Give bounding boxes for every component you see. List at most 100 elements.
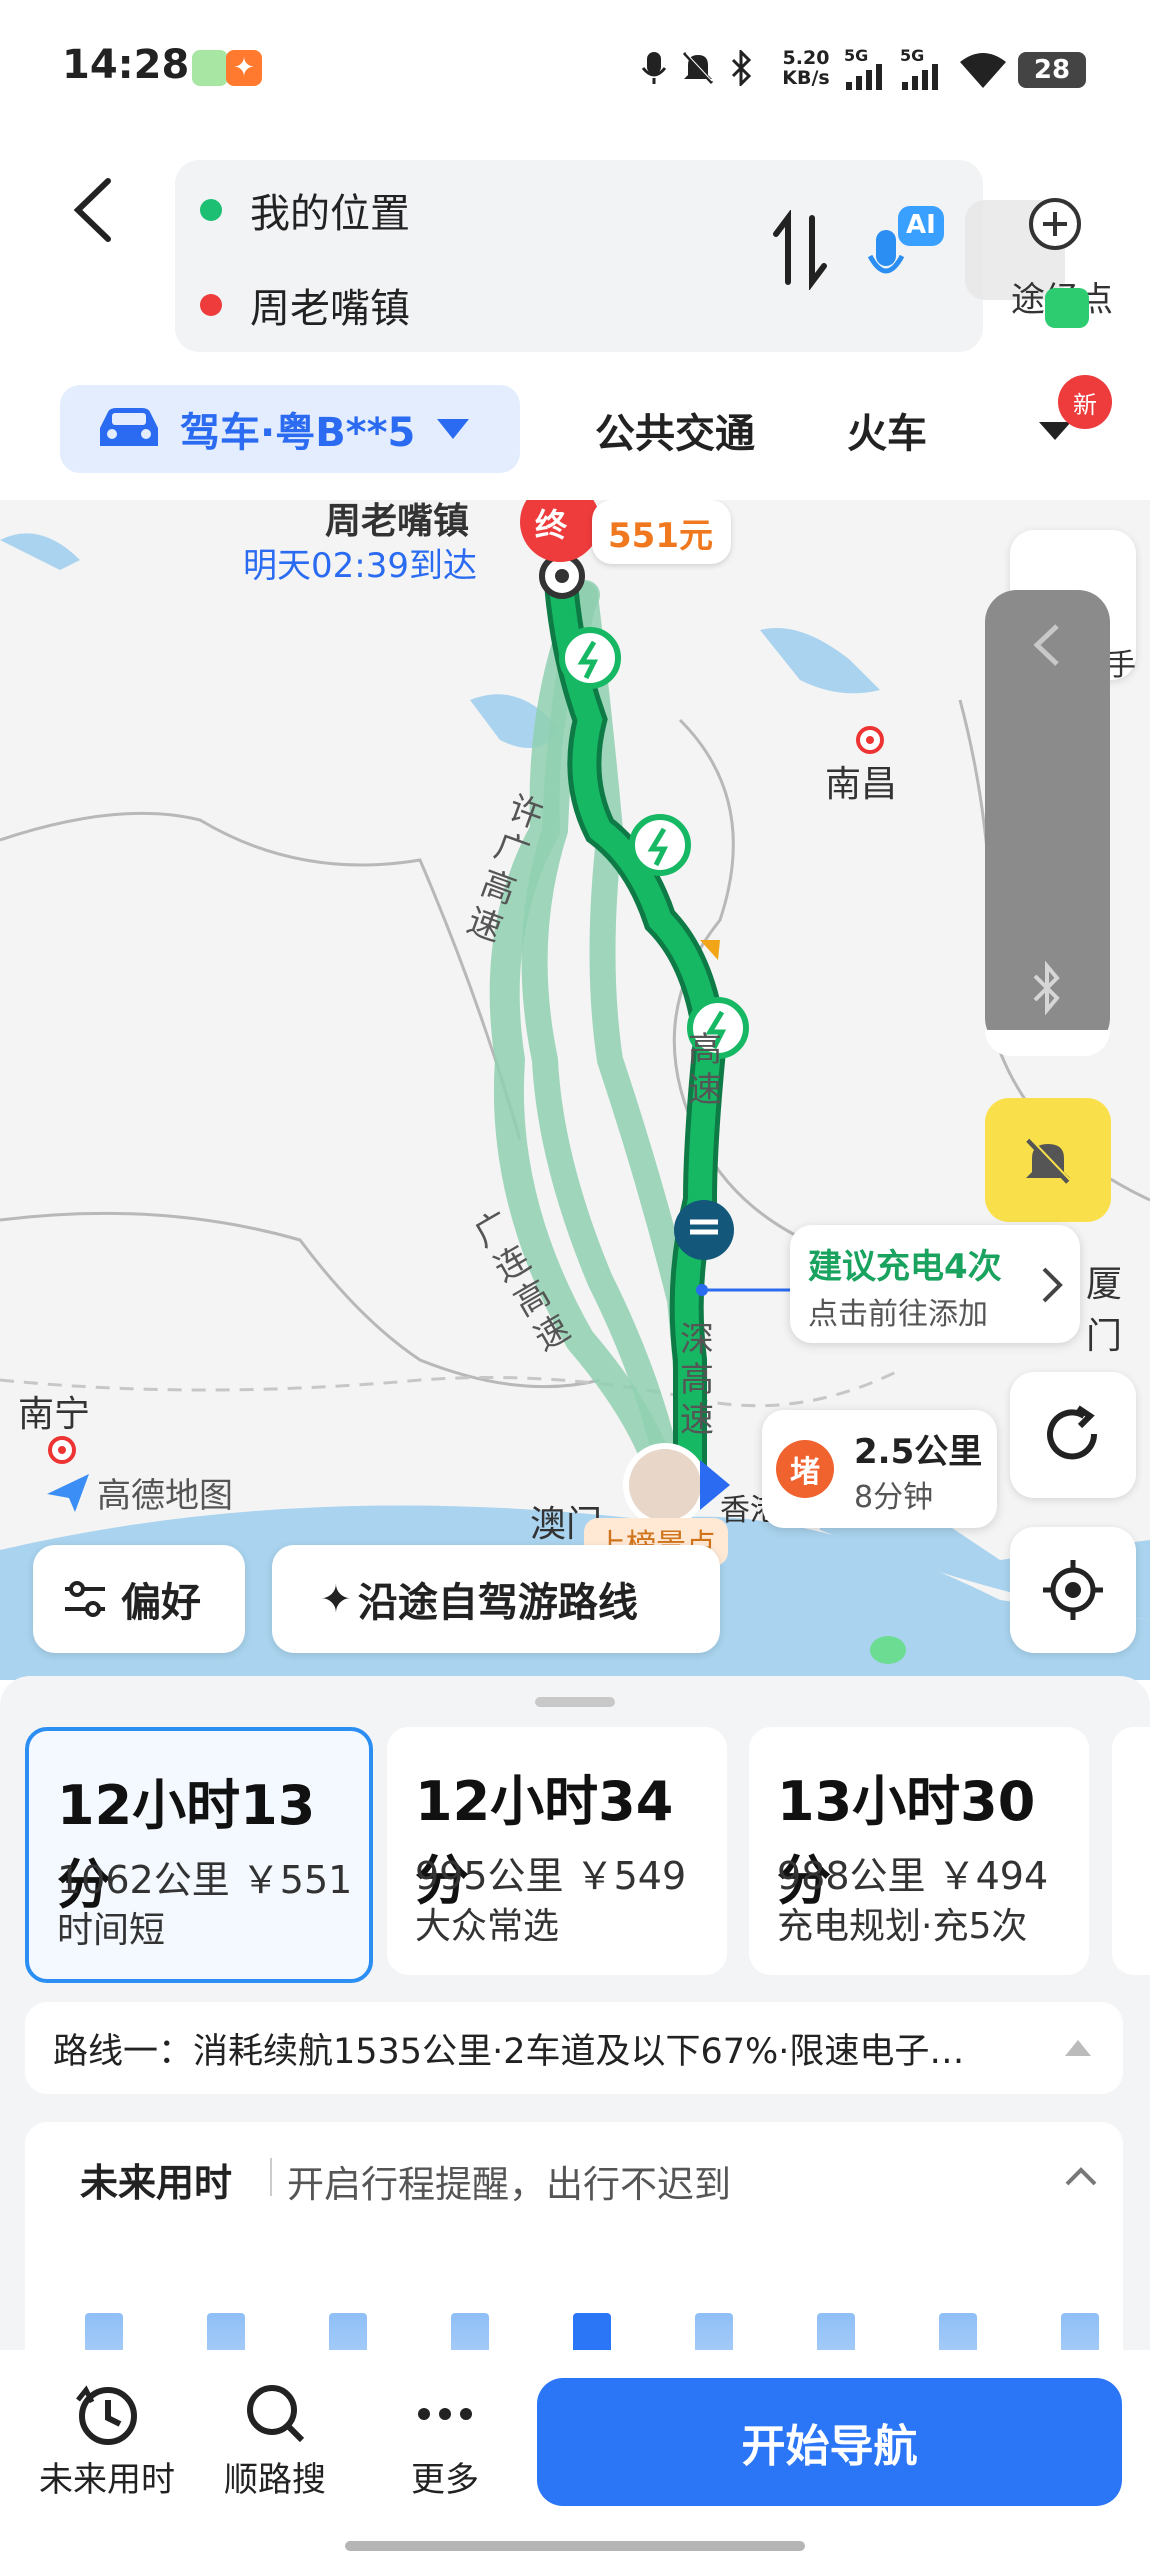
swap-route-button[interactable] xyxy=(765,209,835,300)
route-tag: 大众常选 xyxy=(415,1906,560,1947)
chevron-up-icon xyxy=(1065,2167,1097,2186)
bluetooth-icon xyxy=(1033,960,1060,1016)
future-time-nav-label: 未来用时 xyxy=(39,2460,175,2500)
future-time-nav[interactable]: 未来用时 xyxy=(32,2380,182,2520)
dest-marker: 终 xyxy=(535,506,568,544)
status-time: 14:28 xyxy=(62,42,190,88)
wifi-icon xyxy=(958,50,1008,90)
future-title: 未来用时 xyxy=(80,2161,233,2205)
ai-label: AI xyxy=(906,210,936,240)
route-card-1[interactable]: 12小时13分 1062公里 ￥551 时间短 xyxy=(25,1727,373,1983)
destination-dot-icon xyxy=(200,294,222,316)
mic-status-icon xyxy=(636,48,672,88)
signal-icon-1: 5G xyxy=(844,46,894,92)
future-subtitle: 开启行程提醒，出行不迟到 xyxy=(287,2163,731,2206)
traffic-jam-card[interactable]: 堵 2.5公里 8分钟 xyxy=(762,1410,997,1528)
locate-button[interactable] xyxy=(1010,1527,1136,1653)
origin-field[interactable]: 我的位置 xyxy=(200,175,410,245)
jam-distance: 2.5公里 xyxy=(854,1432,983,1472)
charge-title: 建议充电4次 xyxy=(808,1247,1002,1287)
tab-transit[interactable]: 公共交通 xyxy=(595,395,755,465)
battery-indicator: 28 xyxy=(1018,52,1086,88)
chevron-right-icon xyxy=(1042,1267,1063,1303)
charging-marker-2 xyxy=(629,814,691,876)
city-nanchang: 南昌 xyxy=(825,764,898,805)
city-xiamen: 厦门 xyxy=(1086,1264,1123,1357)
caret-up-icon xyxy=(1065,2040,1091,2056)
refresh-icon xyxy=(1047,1405,1098,1460)
more-nav[interactable]: 更多 xyxy=(370,2380,520,2520)
mute-status-icon xyxy=(680,48,716,88)
toll-badge: 551元 xyxy=(592,500,731,564)
search-along-nav[interactable]: 顺路搜 xyxy=(200,2380,350,2520)
tab-car[interactable]: 驾车·粤B**5 xyxy=(60,385,520,473)
app-notification-icon xyxy=(192,50,228,86)
arrive-time-label: 明天02:39到达 xyxy=(243,546,477,586)
self-drive-route-button[interactable]: ✦ 沿途自驾游路线 xyxy=(272,1545,720,1653)
jam-badge: 堵 xyxy=(776,1440,834,1498)
city-nanning: 南宁 xyxy=(18,1394,91,1435)
route-info-row[interactable]: 路线一：消耗续航1535公里·2车道及以下67%·限速电子… xyxy=(25,2002,1123,2094)
route-info-text: 路线一：消耗续航1535公里·2车道及以下67%·限速电子… xyxy=(53,2031,965,2072)
toll-text: 551元 xyxy=(608,515,713,556)
more-dots-icon xyxy=(370,2380,520,2452)
route-card-3[interactable]: 13小时30分 988公里 ￥494 充电规划·充5次 xyxy=(749,1727,1089,1975)
add-waypoint-button[interactable]: 途经点 xyxy=(965,180,1125,328)
side-panel[interactable] xyxy=(985,590,1110,1050)
car-icon xyxy=(100,408,158,446)
amap-logo-text: 高德地图 xyxy=(97,1476,233,1516)
refresh-button[interactable] xyxy=(1010,1372,1136,1498)
new-badge: 新 xyxy=(1058,375,1112,429)
mute-alert-button[interactable] xyxy=(985,1098,1111,1222)
clock-icon xyxy=(32,2380,182,2452)
road-guangshen: 深高速 xyxy=(680,1320,714,1440)
route-distance-cost: 1062公里 ￥551 xyxy=(57,1858,353,1902)
net-speed-unit: KB/s xyxy=(782,67,830,89)
destination-text: 周老嘴镇 xyxy=(250,286,410,332)
swap-icon xyxy=(773,209,827,291)
plus-circle-icon xyxy=(1029,198,1081,250)
tab-car-label: 驾车·粤B**5 xyxy=(180,410,416,456)
route-tag: 充电规划·充5次 xyxy=(777,1906,1028,1947)
amap-logo-icon xyxy=(47,1473,89,1512)
origin-dot-icon xyxy=(200,199,222,221)
charging-marker-1 xyxy=(559,627,621,689)
preference-button[interactable]: 偏好 xyxy=(33,1545,245,1653)
locate-icon xyxy=(1043,1560,1103,1620)
net-speed-value: 5.20 xyxy=(782,47,830,69)
sheet-drag-handle[interactable] xyxy=(535,1697,615,1707)
chevron-left-icon xyxy=(73,178,111,242)
sparkle-icon: ✦ xyxy=(320,1577,352,1621)
route-card-2[interactable]: 12小时34分 995公里 ￥549 大众常选 xyxy=(387,1727,727,1975)
sliders-icon xyxy=(65,1581,105,1617)
route-tag: 时间短 xyxy=(57,1910,166,1951)
signal-2-label: 5G xyxy=(900,46,925,65)
net-speed: 5.20 KB/s xyxy=(780,48,832,88)
start-navigation-button[interactable]: 开始导航 xyxy=(537,2378,1122,2506)
route-card-4-partial[interactable] xyxy=(1112,1727,1150,1975)
charging-marker-4 xyxy=(674,1200,734,1260)
self-drive-label: 沿途自驾游路线 xyxy=(357,1580,638,1626)
preference-label: 偏好 xyxy=(121,1580,201,1626)
caret-down-icon xyxy=(437,419,470,439)
wechat-icon xyxy=(1045,288,1089,328)
origin-text: 我的位置 xyxy=(250,191,410,237)
home-indicator[interactable] xyxy=(345,2541,805,2551)
road-upper: 高速 xyxy=(688,1030,722,1110)
back-button[interactable] xyxy=(70,170,130,250)
route-distance-cost: 995公里 ￥549 xyxy=(415,1854,687,1898)
bluetooth-status-icon xyxy=(724,48,758,88)
signal-1-label: 5G xyxy=(844,46,869,65)
route-distance-cost: 988公里 ￥494 xyxy=(777,1854,1049,1898)
app-notification-icon-2: ✦ xyxy=(226,50,262,86)
more-nav-label: 更多 xyxy=(411,2460,479,2500)
ai-voice-button[interactable]: AI xyxy=(867,200,948,300)
jam-time: 8分钟 xyxy=(854,1480,934,1515)
tab-train[interactable]: 火车 xyxy=(847,395,927,465)
future-divider xyxy=(270,2158,272,2196)
search-along-nav-label: 顺路搜 xyxy=(224,2460,326,2500)
search-icon xyxy=(200,2380,350,2452)
layers-partial-label: 手 xyxy=(1106,648,1136,683)
destination-field[interactable]: 周老嘴镇 xyxy=(200,270,410,340)
charge-suggestion-card[interactable]: 建议充电4次 点击前往添加 xyxy=(790,1225,1080,1343)
